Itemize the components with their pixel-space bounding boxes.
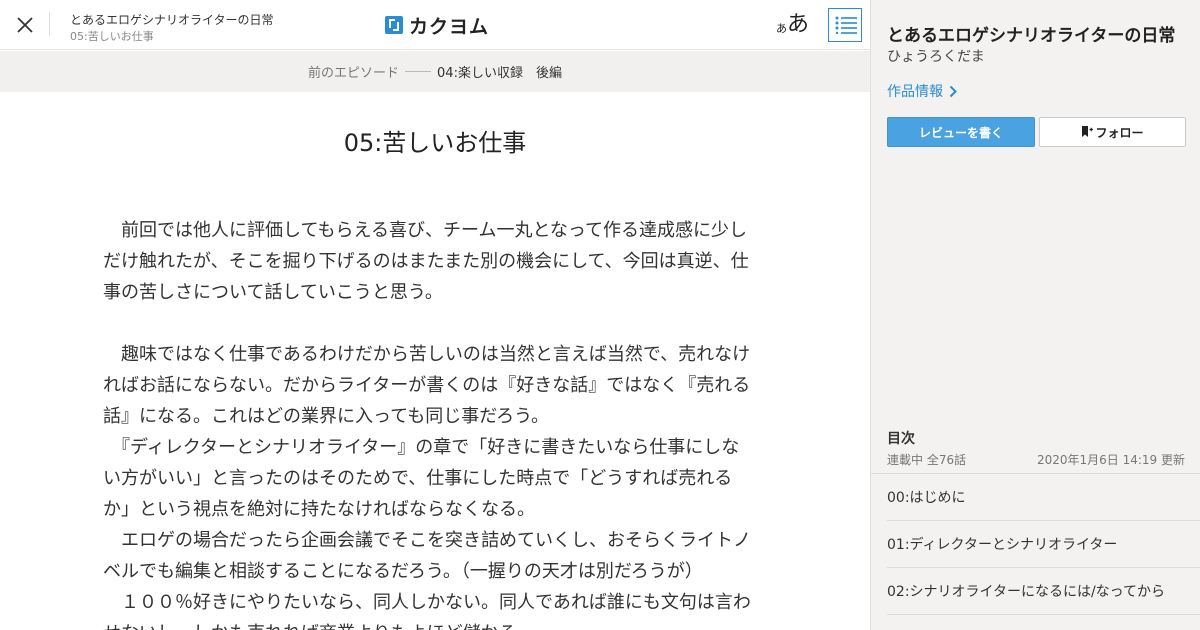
sidebar: とあるエロゲシナリオライターの日常 ひょうろくだま 作品情報 レビューを書く フ… [870,0,1200,630]
close-icon [17,17,33,33]
logo-text: カクヨム [409,15,490,38]
toc-list: 00:はじめに 01:ディレクターとシナリオライター 02:シナリオライターにな… [871,473,1200,615]
follow-label: フォロー [1095,125,1144,140]
font-size-large-glyph: あ [787,12,810,37]
header-work-title[interactable]: とあるエロゲシナリオライターの日常 [70,11,274,28]
sidebar-author[interactable]: ひょうろくだま [887,46,985,66]
previous-episode-title: 04:楽しい収録 後編 [437,66,562,81]
bookmark-plus-icon [1082,126,1094,137]
body-paragraph: 趣味ではなく仕事であるわけだから苦しいのは当然と言えば当然で、売れなければお話に… [103,344,751,427]
chevron-right-icon [949,85,957,97]
logo-mark-icon [385,16,403,34]
site-logo[interactable]: カクヨム [385,13,490,38]
sidebar-work-title[interactable]: とあるエロゲシナリオライターの日常 [887,21,1175,46]
body-paragraph: １００％好きにやりたいなら、同人しかない。同人であれば誰にも文句は言わせないし、… [103,592,751,630]
list-icon [835,16,857,34]
body-paragraph: 『ディレクターとシナリオライター』の章で「好きに書きたいなら仕事にしない方がいい… [103,437,740,520]
serial-status: 連載中 全76話 [887,453,967,467]
body-paragraph [103,308,753,339]
body-paragraph: 前回では他人に評価してもらえる喜び、チーム一丸となって作る達成感に少しだけ触れた… [103,220,749,303]
toc-item[interactable]: 00:はじめに [887,474,1200,521]
write-review-button[interactable]: レビューを書く [887,117,1035,147]
follow-button[interactable]: フォロー [1039,117,1186,147]
divider-line [405,71,432,72]
episode-title: 05:苦しいお仕事 [343,129,527,157]
toc-item[interactable]: 02:シナリオライターになるには/なってから [887,568,1200,615]
top-bar: とあるエロゲシナリオライターの日常 05:苦しいお仕事 カクヨム あ あ [0,0,870,50]
work-info-link[interactable]: 作品情報 [887,81,957,101]
header-episode-title: 05:苦しいお仕事 [70,30,154,43]
previous-episode-label: 前のエピソード [308,66,400,81]
font-size-button[interactable]: あ あ [776,9,809,39]
work-info-label: 作品情報 [887,84,943,100]
divider [49,12,50,36]
toc-heading: 目次 [887,431,915,447]
table-of-contents-button[interactable] [828,8,862,42]
episode-body: 前回では他人に評価してもらえる喜び、チーム一丸となって作る達成感に少しだけ触れた… [103,215,753,630]
font-size-small-glyph: あ [776,22,787,35]
toc-item[interactable]: 01:ディレクターとシナリオライター [887,521,1200,568]
previous-episode-link[interactable]: 前のエピソード 04:楽しい収録 後編 [0,51,870,92]
reader-pane: とあるエロゲシナリオライターの日常 05:苦しいお仕事 カクヨム あ あ 前のエ… [0,0,870,630]
close-button[interactable] [10,10,40,40]
body-paragraph: エロゲの場合だったら企画会議でそこを突き詰めていくし、おそらくライトノベルでも編… [103,530,751,582]
last-updated: 2020年1月6日 14:19 更新 [1036,453,1185,467]
